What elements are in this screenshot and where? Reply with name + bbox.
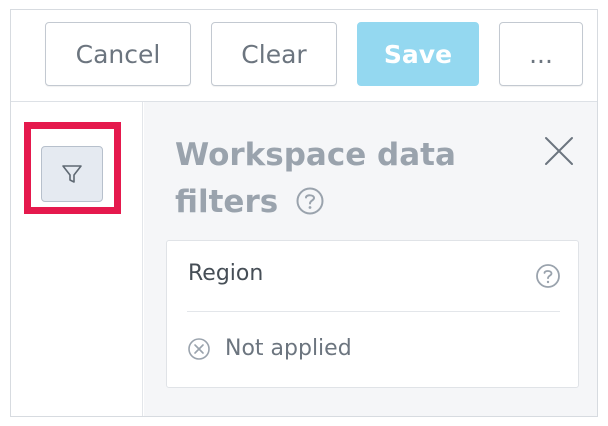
app-frame: Cancel Clear Save ... Workspace data fil… bbox=[10, 9, 598, 417]
filter-card-region[interactable]: Region Not applied bbox=[166, 240, 579, 388]
close-icon[interactable] bbox=[542, 134, 576, 168]
funnel-icon bbox=[62, 165, 82, 183]
status-text: Not applied bbox=[225, 336, 352, 361]
x-circle-icon bbox=[188, 337, 210, 360]
divider bbox=[187, 311, 560, 312]
panel-title-line2: filters bbox=[175, 184, 279, 220]
clear-button[interactable]: Clear bbox=[211, 22, 337, 86]
toolbar: Cancel Clear Save ... bbox=[11, 10, 597, 102]
workspace-filters-button[interactable] bbox=[41, 146, 103, 202]
left-rail bbox=[11, 102, 143, 416]
save-button[interactable]: Save bbox=[357, 22, 479, 86]
panel-title: Workspace data filters bbox=[175, 132, 505, 226]
more-options-button[interactable]: ... bbox=[499, 22, 583, 86]
question-circle-icon[interactable] bbox=[295, 186, 325, 216]
panel-title-line1: Workspace data bbox=[175, 137, 456, 173]
filter-label: Region bbox=[188, 261, 264, 286]
filter-status: Not applied bbox=[187, 336, 352, 361]
cancel-button[interactable]: Cancel bbox=[45, 22, 191, 86]
question-circle-icon[interactable] bbox=[535, 263, 561, 289]
filters-panel: Workspace data filters Region Not applie… bbox=[144, 102, 597, 416]
